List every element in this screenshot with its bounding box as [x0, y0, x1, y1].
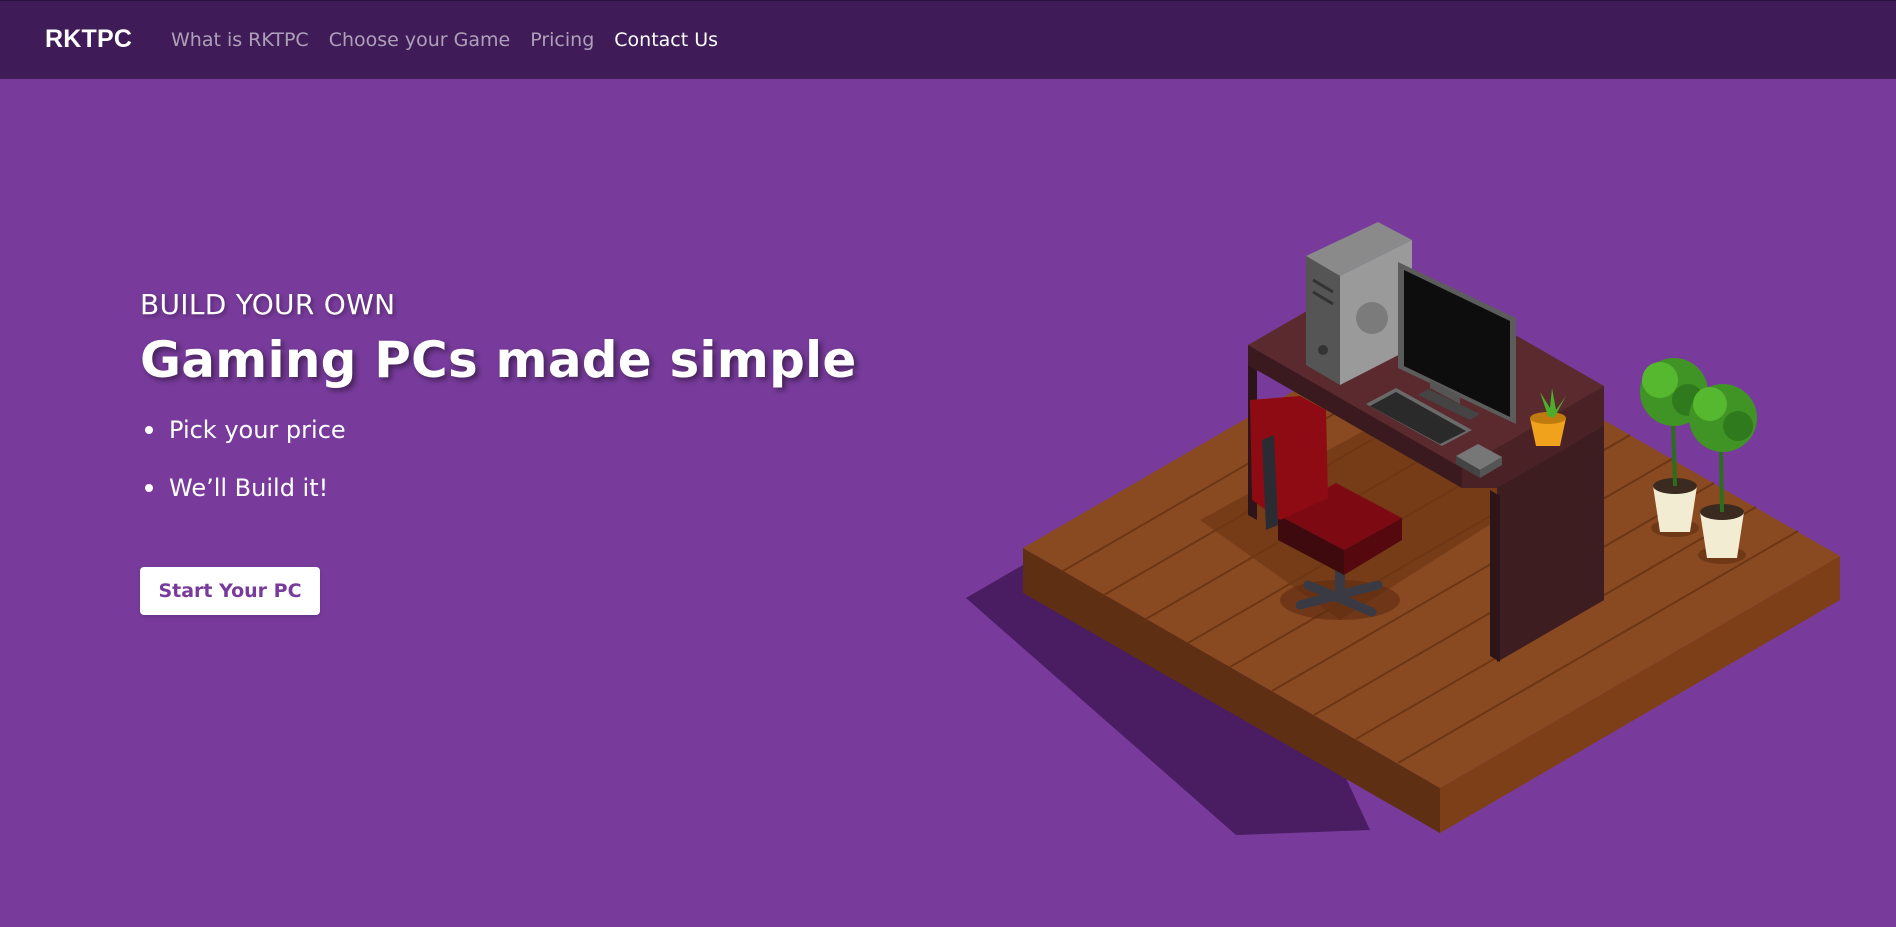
bullet-icon	[145, 484, 153, 492]
nav-links: What is RKTPC Choose your Game Pricing C…	[171, 29, 718, 51]
bullet-icon	[145, 426, 153, 434]
nav-link-choose-your-game[interactable]: Choose your Game	[329, 29, 511, 51]
nav-item-what-is: What is RKTPC	[171, 29, 309, 51]
top-navbar: RKTPC What is RKTPC Choose your Game Pri…	[0, 0, 1896, 79]
feature-item: Pick your price	[140, 415, 900, 473]
gaming-desk-illustration	[966, 222, 1840, 835]
nav-link-what-is-rktpc[interactable]: What is RKTPC	[171, 29, 309, 51]
brand-logo-link[interactable]: RKTPC	[45, 25, 132, 54]
hero-section: BUILD YOUR OWN Gaming PCs made simple Pi…	[140, 288, 900, 531]
feature-list: Pick your price We’ll Build it!	[140, 415, 900, 531]
feature-text: We’ll Build it!	[169, 474, 329, 502]
nav-link-contact-us[interactable]: Contact Us	[614, 29, 718, 51]
nav-item-pricing: Pricing	[530, 29, 594, 51]
hero-eyebrow: BUILD YOUR OWN	[140, 288, 396, 321]
nav-link-pricing[interactable]: Pricing	[530, 29, 594, 51]
nav-item-choose-game: Choose your Game	[329, 29, 511, 51]
start-your-pc-button[interactable]: Start Your PC	[140, 567, 320, 615]
feature-text: Pick your price	[169, 416, 346, 444]
nav-item-contact: Contact Us	[614, 29, 718, 51]
hero-headline: Gaming PCs made simple	[140, 331, 857, 389]
feature-item: We’ll Build it!	[140, 473, 900, 531]
